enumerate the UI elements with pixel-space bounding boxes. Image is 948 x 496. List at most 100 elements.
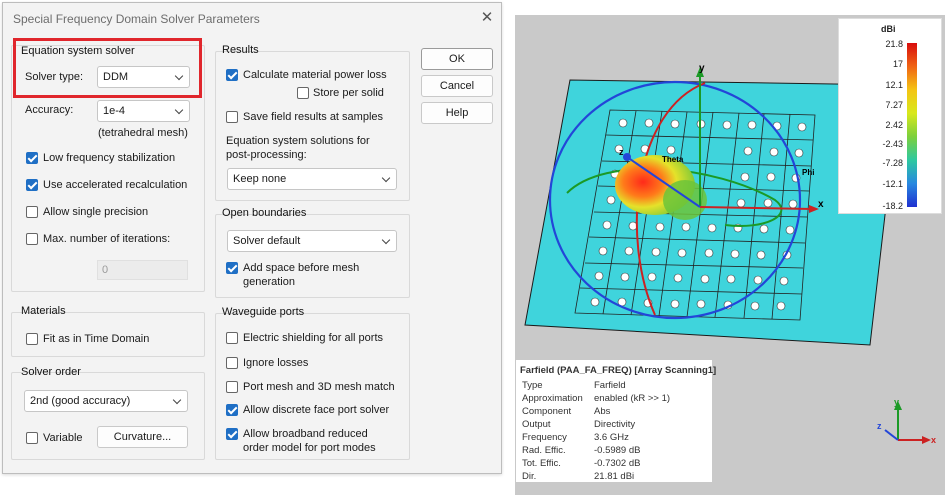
info-value: 21.81 dBi (594, 471, 635, 482)
info-value: -0.7302 dB (594, 458, 641, 469)
legend-tick-4: 2.42 (885, 120, 903, 130)
info-value: Directivity (594, 419, 636, 430)
legend-tick-2: 12.1 (885, 80, 903, 90)
info-key: Rad. Effic. (522, 445, 566, 456)
theta-label: Theta (662, 155, 684, 164)
accelerated-recalc-label[interactable]: Use accelerated recalculation (43, 179, 187, 191)
info-key: Component (522, 406, 572, 417)
info-key: Type (522, 380, 543, 391)
triad-z-label: z (877, 421, 882, 431)
waveguide-ports-label: Waveguide ports (222, 306, 305, 318)
curvature-button[interactable]: Curvature... (97, 426, 188, 448)
ignore-losses-label[interactable]: Ignore losses (243, 357, 308, 369)
mesh-note: (tetrahedral mesh) (98, 127, 188, 139)
calc-power-loss-checkbox[interactable] (226, 69, 238, 81)
accuracy-select[interactable]: 1e-4 (97, 100, 190, 122)
single-precision-label[interactable]: Allow single precision (43, 206, 148, 218)
farfield-info-panel: Farfield (PAA_FA_FREQ) [Array Scanning1]… (516, 360, 716, 482)
discrete-face-label[interactable]: Allow discrete face port solver (243, 404, 389, 416)
phi-label: Phi (802, 168, 814, 177)
boundary-value: Solver default (233, 235, 301, 247)
color-legend: dBi 21.8 17 12.1 7.27 2.42 -2.43 -7.28 -… (838, 18, 942, 214)
chevron-down-icon (381, 173, 391, 183)
low-frequency-checkbox[interactable] (26, 152, 38, 164)
info-value: 3.6 GHz (594, 432, 629, 443)
port-mesh-label[interactable]: Port mesh and 3D mesh match (243, 381, 395, 393)
info-key: Approximation (522, 393, 583, 404)
triad-x-label: x (931, 435, 936, 445)
max-iterations-checkbox[interactable] (26, 233, 38, 245)
store-per-solid-label[interactable]: Store per solid (313, 87, 384, 99)
port-mesh-checkbox[interactable] (226, 381, 238, 393)
triad-y-label: y (894, 397, 899, 407)
info-value: Abs (594, 406, 611, 417)
broadband-label-1[interactable]: Allow broadband reduced (243, 428, 368, 440)
chevron-down-icon (174, 105, 184, 115)
eq-solutions-label-2: post-processing: (226, 149, 307, 161)
legend-tick-8: -18.2 (882, 201, 903, 211)
dialog-title: Special Frequency Domain Solver Paramete… (13, 12, 260, 26)
broadband-checkbox[interactable] (226, 428, 238, 440)
chevron-down-icon (172, 395, 182, 405)
ignore-losses-checkbox[interactable] (226, 357, 238, 369)
broadband-label-2[interactable]: order model for port modes (243, 442, 376, 454)
z-axis-label: z (619, 147, 624, 157)
x-axis-label: x (818, 199, 824, 210)
accuracy-value: 1e-4 (103, 105, 126, 117)
variable-label[interactable]: Variable (43, 432, 83, 444)
solver-order-value: 2nd (good accuracy) (30, 395, 131, 407)
ok-button[interactable]: OK (421, 48, 493, 70)
fit-time-domain-checkbox[interactable] (26, 333, 38, 345)
electric-shielding-checkbox[interactable] (226, 332, 238, 344)
add-space-checkbox[interactable] (226, 262, 238, 274)
info-key: Tot. Effic. (522, 458, 561, 469)
info-value: -0.5989 dB (594, 445, 641, 456)
store-per-solid-checkbox[interactable] (297, 87, 309, 99)
y-axis-label: y (699, 63, 705, 74)
chevron-down-icon (381, 235, 391, 245)
solver-order-select[interactable]: 2nd (good accuracy) (24, 390, 188, 412)
info-key: Frequency (522, 432, 567, 443)
accuracy-label: Accuracy: (25, 104, 74, 116)
accelerated-recalc-checkbox[interactable] (26, 179, 38, 191)
save-field-checkbox[interactable] (226, 111, 238, 123)
low-frequency-label[interactable]: Low frequency stabilization (43, 152, 175, 164)
variable-checkbox[interactable] (26, 432, 38, 444)
fit-time-domain-label[interactable]: Fit as in Time Domain (43, 333, 149, 345)
single-precision-checkbox[interactable] (26, 206, 38, 218)
info-title: Farfield (PAA_FA_FREQ) [Array Scanning1] (520, 365, 717, 376)
legend-unit: dBi (881, 24, 896, 34)
legend-tick-3: 7.27 (885, 100, 903, 110)
legend-tick-5: -2.43 (882, 139, 903, 149)
legend-tick-6: -7.28 (882, 158, 903, 168)
cancel-button[interactable]: Cancel (421, 75, 493, 97)
electric-shielding-label[interactable]: Electric shielding for all ports (243, 332, 383, 344)
info-value: Farfield (594, 380, 626, 391)
calc-power-loss-label[interactable]: Calculate material power loss (243, 69, 387, 81)
max-iterations-input[interactable]: 0 (97, 260, 188, 280)
info-key: Output (522, 419, 551, 430)
add-space-label-2[interactable]: generation (243, 276, 295, 288)
close-icon[interactable]: ✕ (477, 8, 497, 28)
solver-highlight-box (13, 38, 202, 98)
title-bar[interactable]: Special Frequency Domain Solver Paramete… (3, 3, 501, 33)
legend-tick-0: 21.8 (885, 39, 903, 49)
help-button[interactable]: Help (421, 102, 493, 124)
open-boundaries-label: Open boundaries (222, 207, 307, 219)
legend-colorbar (907, 43, 917, 207)
boundary-select[interactable]: Solver default (227, 230, 397, 252)
keep-solutions-value: Keep none (233, 173, 287, 185)
add-space-label-1[interactable]: Add space before mesh (243, 262, 359, 274)
solver-order-label: Solver order (21, 366, 81, 378)
max-iterations-label[interactable]: Max. number of iterations: (43, 233, 170, 245)
info-value: enabled (kR >> 1) (594, 393, 671, 404)
keep-solutions-select[interactable]: Keep none (227, 168, 397, 190)
materials-label: Materials (21, 305, 66, 317)
legend-tick-1: 17 (892, 59, 903, 69)
eq-solutions-label-1: Equation system solutions for (226, 135, 370, 147)
legend-tick-7: -12.1 (882, 179, 903, 189)
save-field-label[interactable]: Save field results at samples (243, 111, 383, 123)
results-label: Results (222, 44, 259, 56)
discrete-face-checkbox[interactable] (226, 404, 238, 416)
max-iterations-value: 0 (102, 264, 109, 276)
